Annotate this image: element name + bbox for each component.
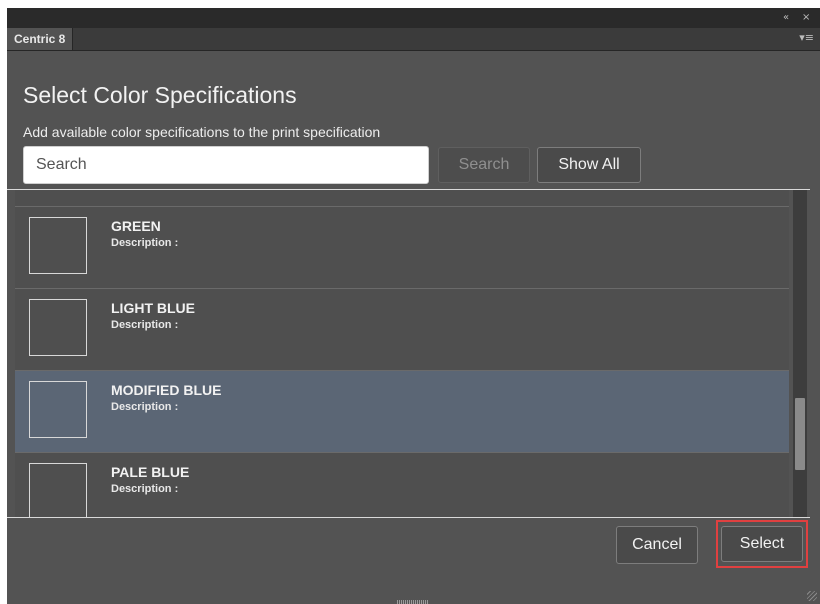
dialog-title: Select Color Specifications [23,82,297,108]
footer-divider [7,517,810,518]
color-description: Description : [111,237,179,249]
select-button[interactable]: Select [721,526,803,562]
color-description: Description : [111,401,179,413]
color-name: LIGHT BLUE [111,300,195,316]
panel-tab-bar: Centric 8 ▾≡ [7,28,820,51]
color-swatch [29,381,87,438]
dialog-subtitle: Add available color specifications to th… [23,124,381,140]
close-icon[interactable]: × [802,11,810,25]
list-scrollbar[interactable] [793,190,807,517]
list-item[interactable]: GREEN Description : [15,207,789,289]
list-item[interactable]: PALE BLUE Description : [15,453,789,517]
color-swatch [29,217,87,274]
scrollbar-thumb[interactable] [795,398,805,470]
bottom-resize-handle[interactable] [397,600,429,604]
list-item[interactable]: LIGHT BLUE Description : [15,289,789,371]
panel-menu-icon[interactable]: ▾≡ [799,31,814,44]
search-button[interactable]: Search [438,147,530,183]
search-input[interactable] [23,146,429,184]
tab-centric-8[interactable]: Centric 8 [7,28,74,50]
panel-title-strip: « × [7,8,820,28]
color-spec-list: GREEN Description : LIGHT BLUE Descripti… [15,190,789,517]
color-swatch [29,463,87,517]
centric-panel: « × Centric 8 ▾≡ Select Color Specificat… [7,8,820,604]
cancel-button[interactable]: Cancel [616,526,698,564]
list-partial-row [15,190,789,207]
color-name: MODIFIED BLUE [111,382,222,398]
color-name: PALE BLUE [111,464,190,480]
color-swatch [29,299,87,356]
show-all-button[interactable]: Show All [537,147,641,183]
color-name: GREEN [111,218,161,234]
color-description: Description : [111,319,179,331]
select-button-highlight: Select [716,520,808,568]
list-item-selected[interactable]: MODIFIED BLUE Description : [15,371,789,453]
color-description: Description : [111,483,179,495]
double-chevron-left-icon[interactable]: « [783,11,789,25]
resize-grip-icon[interactable] [807,591,817,601]
